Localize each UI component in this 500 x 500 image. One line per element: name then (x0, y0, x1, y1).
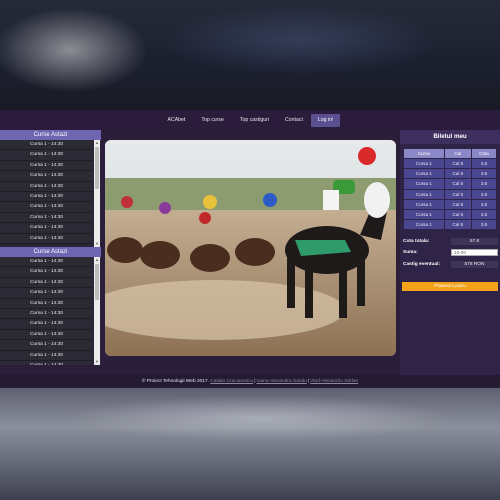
race-list-item[interactable]: Cursa 1 - 14:30 (0, 191, 92, 203)
bet-slip-row: Cursa 1 Cal 5 3.6 (404, 199, 496, 209)
website-frame: ACAbet Top curse Top castiguri Contact L… (0, 110, 500, 388)
nav-top-races[interactable]: Top curse (193, 114, 232, 127)
scroll-thumb-2[interactable] (95, 264, 99, 300)
bet-race-cell: Cursa 1 (404, 169, 444, 179)
bet-slip-row: Cursa 1 Cal 5 3.6 (404, 179, 496, 189)
total-odds-row: Cota totala: 57.8 (403, 237, 498, 245)
total-odds-label: Cota totala: (403, 238, 430, 244)
race-list-item[interactable]: Cursa 1 - 14:30 (0, 277, 92, 289)
bet-odds-cell: 3.6 (472, 189, 496, 199)
column-header-race: Cursa (404, 149, 444, 158)
bet-slip-row: Cursa 1 Cal 5 3.6 (404, 159, 496, 169)
bet-race-cell: Cursa 1 (404, 159, 444, 169)
footer-copyright: © Proiect Tehnologii Web 2017. (141, 379, 209, 384)
potential-winnings-label: Castig eventual: (403, 261, 441, 267)
column-header-horse: Cal (444, 149, 472, 158)
footer-author-link-2[interactable]: Ioana-Alexandra Sandu (256, 379, 306, 384)
bet-slip-table: Cursa Cal Cota Cursa 1 Cal 5 3.6 Cursa 1 Cal… (403, 148, 497, 230)
login-button[interactable]: Log in! (310, 113, 341, 127)
bet-odds-cell: 3.6 (472, 159, 496, 169)
bet-slip-panel: Biletul meu Cursa Cal Cota Cursa 1 Cal 53… (400, 130, 500, 375)
amount-input[interactable]: 10.00 (451, 248, 498, 256)
left-sidebar: Curse Astazi Cursa 1 - 14:30 Cursa 1 - 14… (0, 130, 101, 375)
bet-horse-cell: Cal 5 (444, 209, 472, 220)
bet-horse-cell: Cal 5 (444, 189, 472, 199)
scroll-up-icon[interactable]: ▲ (94, 140, 100, 146)
amount-row: Suma: 10.00 (403, 248, 498, 256)
race-list-item[interactable]: Cursa 1 - 14:30 (0, 140, 92, 151)
potential-winnings-value: 578 RON (451, 260, 498, 268)
footer: © Proiect Tehnologii Web 2017. Catalin C… (0, 375, 500, 388)
scrollbar-1[interactable]: ▲ ▼ (94, 140, 100, 247)
nav-top-winnings[interactable]: Top castiguri (232, 114, 277, 127)
race-list-item[interactable]: Cursa 1 - 14:30 (0, 288, 92, 299)
race-list-item[interactable]: Cursa 1 - 14:30 (0, 308, 92, 320)
bet-race-cell: Cursa 1 (404, 189, 444, 199)
bet-horse-cell: Cal 5 (444, 169, 472, 179)
race-list-item[interactable]: Cursa 1 - 14:30 (0, 350, 92, 361)
bet-slip-row: Cursa 1 Cal 5 3.6 (404, 169, 496, 179)
race-list-item[interactable]: Cursa 1 - 14:30 (0, 171, 92, 182)
bet-race-cell: Cursa 1 (404, 179, 444, 189)
scroll-thumb-1[interactable] (95, 147, 99, 189)
races-list-2: Cursa 1 - 14:30 Cursa 1 - 14:30 Cursa 1 - … (0, 257, 101, 365)
footer-author-link-3[interactable]: Vlad-Alexandru Stefan (310, 379, 358, 384)
races-today-panel-1: Curse Astazi Cursa 1 - 14:30 Cursa 1 - 14… (0, 130, 101, 247)
bet-odds-cell: 3.6 (472, 220, 496, 230)
race-list-item[interactable]: Cursa 1 - 14:30 (0, 202, 92, 213)
bet-slip-row: Cursa 1 Cal 5 3.6 (404, 209, 496, 220)
race-list-item[interactable]: Cursa 1 - 14:30 (0, 267, 92, 278)
race-list-item[interactable]: Cursa 1 - 14:30 (0, 329, 92, 341)
race-list-item[interactable]: Cursa 1 - 14:30 (0, 160, 92, 172)
bet-slip-title: Biletul meu (400, 130, 500, 144)
races-today-title-1: Curse Astazi (0, 130, 101, 140)
bet-slip-row: Cursa 1 Cal 5 3.6 (404, 220, 496, 230)
blurred-background-bottom (0, 388, 500, 500)
bet-race-cell: Cursa 1 (404, 209, 444, 220)
race-list-item[interactable]: Cursa 1 - 14:30 (0, 298, 92, 309)
bet-odds-cell: 3.6 (472, 209, 496, 220)
horse-race-hero-image (105, 140, 396, 356)
race-list-item[interactable]: Cursa 1 - 14:30 (0, 233, 92, 244)
total-odds-value: 57.8 (451, 237, 498, 245)
potential-winnings-row: Castig eventual: 578 RON (403, 260, 498, 268)
race-list-item[interactable]: Cursa 1 - 14:30 (0, 212, 92, 224)
place-bet-button[interactable]: Plaseaza pariu (402, 282, 498, 291)
blurred-background-top (0, 0, 500, 110)
horse-race-illustration (105, 140, 396, 356)
bet-horse-cell: Cal 5 (444, 220, 472, 230)
scrollbar-2[interactable]: ▲ ▼ (94, 257, 100, 365)
column-header-odds: Cota (472, 149, 496, 158)
races-today-title-2: Curse Astazi (0, 247, 101, 257)
race-list-item[interactable]: Cursa 1 - 14:30 (0, 340, 92, 351)
bet-odds-cell: 3.6 (472, 199, 496, 209)
amount-label: Suma: (403, 249, 418, 255)
scroll-up-icon[interactable]: ▲ (94, 257, 100, 263)
race-list-item[interactable]: Cursa 1 - 14:30 (0, 181, 92, 192)
bet-horse-cell: Cal 5 (444, 179, 472, 189)
nav-home-acabet[interactable]: ACAbet (160, 114, 194, 127)
bet-race-cell: Cursa 1 (404, 199, 444, 209)
bet-race-cell: Cursa 1 (404, 220, 444, 230)
bet-slip-row: Cursa 1 Cal 5 3.6 (404, 189, 496, 199)
race-list-item[interactable]: Cursa 1 - 14:30 (0, 319, 92, 330)
scroll-down-icon[interactable]: ▼ (94, 359, 100, 365)
bet-odds-cell: 3.6 (472, 169, 496, 179)
races-list-1: Cursa 1 - 14:30 Cursa 1 - 14:30 Cursa 1 - … (0, 140, 101, 247)
race-list-item[interactable]: Cursa 1 - 14:30 (0, 150, 92, 161)
races-today-panel-2: Curse Astazi Cursa 1 - 14:30 Cursa 1 - 14… (0, 247, 101, 365)
race-list-item[interactable]: Cursa 1 - 14:30 (0, 223, 92, 234)
footer-author-link-1[interactable]: Catalin Craciunescu (210, 379, 253, 384)
top-navigation: ACAbet Top curse Top castiguri Contact L… (0, 110, 500, 130)
race-list-item[interactable]: Cursa 1 - 14:30 (0, 257, 92, 268)
bet-odds-cell: 3.6 (472, 179, 496, 189)
bet-horse-cell: Cal 5 (444, 159, 472, 169)
nav-contact[interactable]: Contact (277, 114, 311, 127)
bet-horse-cell: Cal 5 (444, 199, 472, 209)
race-list-item[interactable]: Cursa 1 - 14:30 (0, 360, 92, 365)
